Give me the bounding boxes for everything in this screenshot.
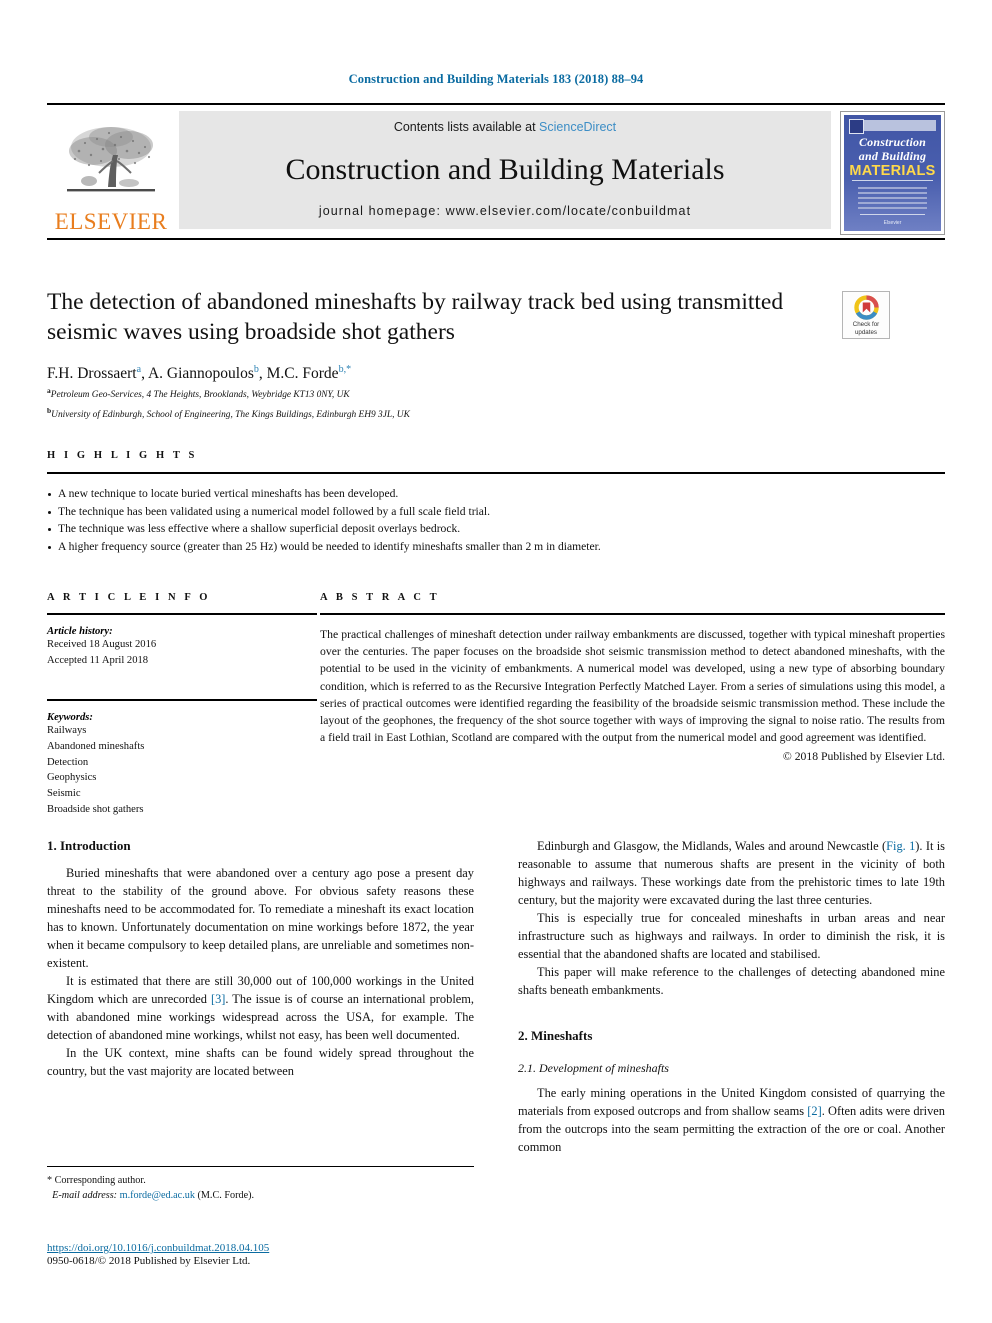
list-item: A higher frequency source (greater than … [47,538,945,556]
author-0: F.H. Drossaerta [47,364,142,383]
author-2-affiliation-mark: b,* [338,364,352,376]
abstract-copyright: © 2018 Published by Elsevier Ltd. [782,750,945,764]
list-item: The technique has been validated using a… [47,503,945,521]
article-history-label: Article history: [47,626,113,637]
corresponding-author-footnote: * Corresponding author. E-mail address: … [47,1166,474,1204]
article-accepted-date: Accepted 11 April 2018 [47,654,149,666]
article-info-divider [47,613,317,615]
email-line: E-mail address: m.forde@ed.ac.uk (M.C. F… [47,1188,474,1203]
paragraph: It is estimated that there are still 30,… [47,973,474,1045]
body-column-right: Edinburgh and Glasgow, the Midlands, Wal… [518,838,945,1157]
paragraph-text: Edinburgh and Glasgow, the Midlands, Wal… [518,839,945,907]
cover-publisher-mark-icon [849,119,864,134]
crossmark-icon [853,295,879,320]
cover-line-3: MATERIALS [849,163,936,179]
keyword-item: Geophysics [47,772,97,784]
cover-blurb-lines [858,187,927,212]
keyword-item: Broadside shot gathers [47,804,144,816]
article-received-date: Received 18 August 2016 [47,639,157,650]
keywords-divider [47,698,317,701]
elsevier-logo: ELSEVIER [47,111,175,235]
elsevier-tree-icon [67,127,155,192]
body-columns: 1. Introduction Buried mineshafts that w… [47,838,945,1157]
author-1: A. Giannopoulosb [147,364,259,383]
cover-line-2: and Building [858,149,927,163]
paragraph: In the UK context, mine shafts can be fo… [47,1045,474,1078]
abstract-section: A B S T R A C T The practical challenges… [320,592,945,763]
abstract-heading: A B S T R A C T [320,592,440,603]
journal-title: Construction and Building Materials [285,153,725,186]
paragraph: The early mining operations in the Unite… [518,1085,945,1157]
keyword-item: Railways [47,724,87,736]
footer-identifiers: https://doi.org/10.1016/j.conbuildmat.20… [47,1242,547,1267]
list-item: A new technique to locate buried vertica… [47,485,945,503]
keyword-item: Abandoned mineshafts [47,740,145,752]
keywords-label: Keywords: [47,711,93,723]
journal-cover-thumbnail: Construction and Building MATERIALS Else… [840,111,945,235]
article-first-page: Construction and Building Materials 183 … [0,0,992,1323]
corresponding-author-line: * Corresponding author. [47,1175,146,1186]
title-block: The detection of abandoned mineshafts by… [47,238,945,423]
abstract-text: The practical challenges of mineshaft de… [320,628,945,745]
affiliation-a: aPetroleum Geo-Services, 4 The Heights, … [47,386,350,401]
figure-ref[interactable]: Fig. 1 [886,839,915,853]
paragraph-text: It is estimated that there are still 30,… [47,973,474,1042]
list-item: The technique was less effective where a… [47,520,945,538]
citation-ref[interactable]: [2] [807,1104,821,1118]
elsevier-wordmark: ELSEVIER [54,209,168,234]
citation-ref[interactable]: [3] [211,992,225,1006]
paragraph: Buried mineshafts that were abandoned ov… [47,866,474,970]
journal-homepage-link[interactable]: journal homepage: www.elsevier.com/locat… [179,204,831,218]
paragraph: Edinburgh and Glasgow, the Midlands, Wal… [518,838,945,910]
journal-masthead: ELSEVIER Contents lists available at Sci… [47,103,945,235]
crossmark-line-2: updates [854,328,877,336]
cover-line-1: Construction [858,135,927,149]
running-head: Construction and Building Materials 183 … [348,72,644,86]
highlights-divider [47,472,945,474]
author-2: M.C. Fordeb,* [266,364,352,383]
paragraph: This paper will make reference to the ch… [518,964,945,997]
email-owner: (M.C. Forde). [197,1190,255,1202]
author-separator-0: , [141,365,148,383]
highlights-list: A new technique to locate buried vertica… [47,485,945,555]
issn-copyright-line: 0950-0618/© 2018 Published by Elsevier L… [47,1255,251,1267]
doi-link[interactable]: https://doi.org/10.1016/j.conbuildmat.20… [47,1242,547,1254]
author-list: F.H. Drossaerta, A. Giannopoulosb, M.C. … [47,364,945,383]
author-separator-1: , [258,365,267,383]
keyword-item: Seismic [47,788,81,800]
paragraph: This is especially true for concealed mi… [518,910,945,961]
paragraph-text: The early mining operations in the Unite… [518,1085,945,1154]
abstract-divider [320,613,945,615]
cover-footer-text: Elsevier [883,220,902,226]
article-info-heading: A R T I C L E I N F O [47,592,211,603]
email-label: E-mail address: [52,1190,118,1202]
subsection-heading-development: 2.1. Development of mineshafts [518,1060,669,1075]
section-heading-mineshafts: 2. Mineshafts [518,1027,593,1043]
crossmark-line-1: Check for [852,321,880,328]
keyword-item: Detection [47,756,89,768]
body-column-left: 1. Introduction Buried mineshafts that w… [47,838,474,1157]
section-heading-introduction: 1. Introduction [47,838,131,853]
sciencedirect-link[interactable]: ScienceDirect [539,120,616,134]
article-info-section: A R T I C L E I N F O Article history: R… [47,592,317,818]
email-link[interactable]: m.forde@ed.ac.uk [120,1190,195,1201]
highlights-section: H I G H L I G H T S A new technique to l… [47,450,945,555]
affiliation-b: bUniversity of Edinburgh, School of Engi… [47,406,410,421]
crossmark-badge[interactable]: Check for updates [842,291,890,339]
contents-available-line: Contents lists available at ScienceDirec… [179,120,831,134]
crossmark-label: Check for updates [853,321,879,336]
highlights-heading: H I G H L I G H T S [47,450,198,461]
masthead-center-panel: Contents lists available at ScienceDirec… [179,111,831,229]
contents-prefix: Contents lists available at [393,120,536,134]
page-title: The detection of abandoned mineshafts by… [47,289,784,345]
